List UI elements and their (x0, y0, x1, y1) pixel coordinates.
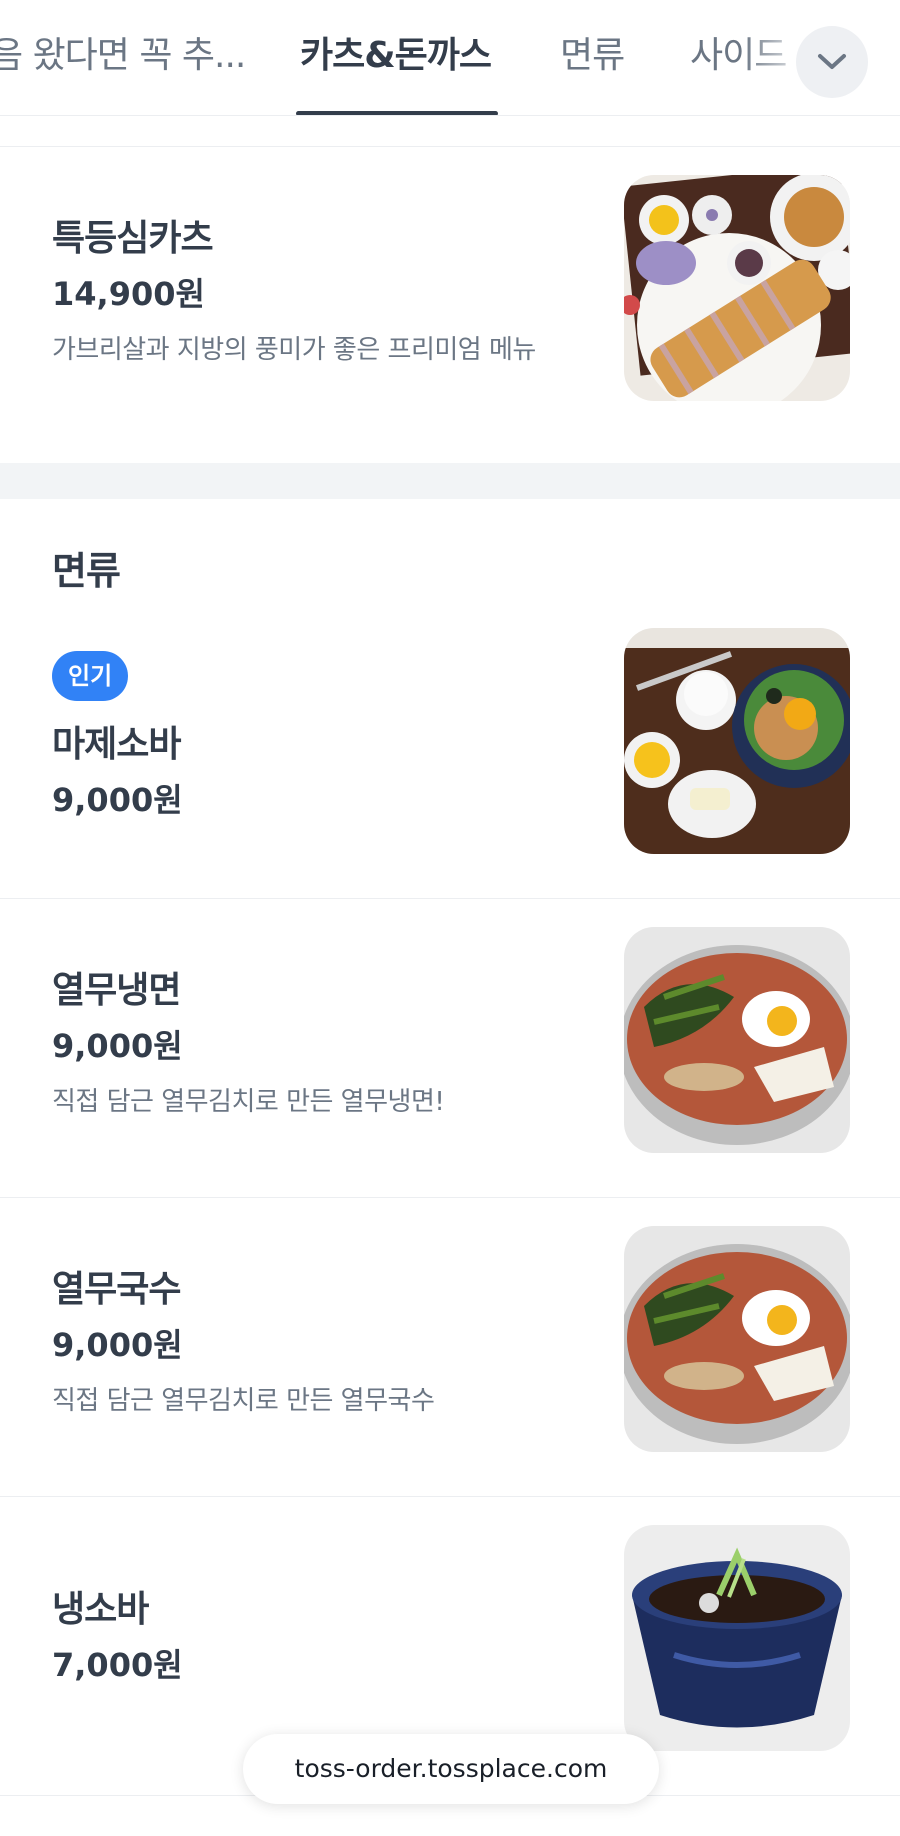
item-price: 9,000원 (52, 1326, 183, 1364)
menu-item-yeolmu-naengmyeon[interactable]: 열무냉면 9,000원 직접 담근 열무김치로 만든 열무냉면! (0, 899, 900, 1197)
active-tab-indicator (296, 111, 498, 115)
mazesoba-set-photo (624, 628, 850, 854)
url-bar[interactable]: toss-order.tossplace.com (243, 1734, 659, 1804)
menu-item-mazesoba[interactable]: 인기 마제소바 9,000원 (0, 600, 900, 898)
chevron-down-icon (818, 54, 846, 69)
item-description: 직접 담근 열무김치로 만든 열무냉면! (52, 1087, 445, 1117)
category-dropdown-button[interactable] (796, 26, 868, 98)
yeolmu-naengmyeon-photo (624, 927, 850, 1153)
item-price: 9,000원 (52, 781, 183, 819)
section-title-noodles: 면류 (52, 549, 121, 593)
item-name: 열무냉면 (52, 970, 181, 1011)
item-price: 7,000원 (52, 1646, 183, 1684)
menu-item-premium-katsu[interactable]: 특등심카츠 14,900원 가브리살과 지방의 풍미가 좋은 프리미엄 메뉴 (0, 147, 900, 463)
tab-recommended[interactable]: 음 왔다면 꼭 추... (0, 34, 246, 78)
item-name: 냉소바 (52, 1589, 149, 1630)
item-description: 가브리살과 지방의 풍미가 좋은 프리미엄 메뉴 (52, 335, 536, 365)
item-description: 직접 담근 열무김치로 만든 열무국수 (52, 1386, 435, 1416)
item-price: 14,900원 (52, 275, 205, 313)
item-name: 마제소바 (52, 724, 181, 765)
yeolmu-guksu-photo (624, 1226, 850, 1452)
tab-noodles[interactable]: 면류 (560, 34, 625, 78)
category-tab-bar: 음 왔다면 꼭 추... 카츠&돈까스 면류 사이드 (0, 0, 900, 116)
tab-katsu[interactable]: 카츠&돈까스 (300, 34, 492, 78)
item-name: 특등심카츠 (52, 218, 214, 259)
popular-badge: 인기 (52, 651, 129, 701)
cold-soba-photo (624, 1525, 850, 1751)
section-separator (0, 463, 900, 499)
menu-item-yeolmu-guksu[interactable]: 열무국수 9,000원 직접 담근 열무김치로 만든 열무국수 (0, 1198, 900, 1496)
item-name: 열무국수 (52, 1269, 181, 1310)
tonkatsu-set-photo (624, 175, 850, 401)
item-price: 9,000원 (52, 1027, 183, 1065)
